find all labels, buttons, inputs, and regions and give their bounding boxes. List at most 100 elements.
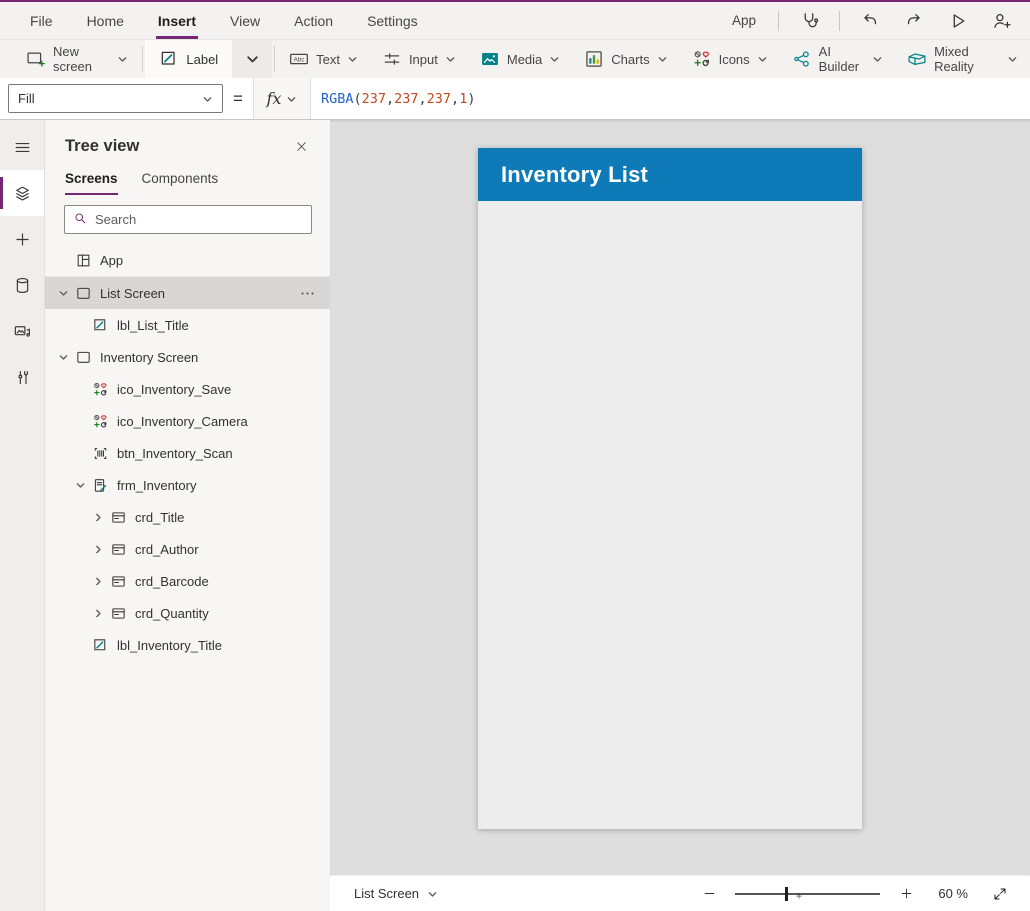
media-image-icon — [480, 49, 500, 69]
tab-components[interactable]: Components — [142, 171, 219, 195]
canvas-work-area: Inventory List List Screen — [330, 120, 1030, 911]
tree-item-crd-barcode[interactable]: crd_Barcode — [45, 565, 330, 597]
zoom-in-button[interactable] — [895, 883, 917, 905]
search-input[interactable] — [95, 212, 303, 227]
formula-token-comma: , — [386, 91, 394, 107]
chevron-down-icon[interactable] — [55, 285, 71, 301]
zoom-slider-handle[interactable] — [785, 887, 788, 901]
fx-dropdown[interactable]: fx — [253, 78, 311, 119]
tree-item-crd-author[interactable]: crd_Author — [45, 533, 330, 565]
app-checker-button[interactable] — [795, 7, 823, 35]
chevron-down-icon — [1007, 54, 1018, 65]
chevron-down-icon[interactable] — [55, 349, 71, 365]
ribbon-text-button[interactable]: AbcText — [277, 40, 370, 78]
ribbon-charts-button[interactable]: Charts — [572, 40, 679, 78]
tree-item-lbl-list-title[interactable]: lbl_List_Title — [45, 309, 330, 341]
rail-advanced-tools-button[interactable] — [0, 354, 44, 400]
ribbon-button-label: Icons — [719, 52, 750, 67]
formula-input[interactable]: RGBA(237,237,237,1) — [311, 91, 1030, 107]
tree-item-list-screen[interactable]: List Screen — [45, 277, 330, 309]
chevron-spacer — [72, 445, 88, 461]
search-box — [64, 205, 312, 234]
zoom-out-button[interactable] — [698, 883, 720, 905]
chevron-down-icon — [202, 93, 213, 104]
zoom-fit-marker-icon — [794, 889, 804, 899]
more-actions-button[interactable] — [299, 277, 316, 309]
preview-app-button[interactable] — [944, 7, 972, 35]
rail-menu-button[interactable] — [0, 124, 44, 170]
chevron-right-icon[interactable] — [90, 573, 106, 589]
tree-item-crd-quantity[interactable]: crd_Quantity — [45, 597, 330, 629]
redo-button[interactable] — [900, 7, 928, 35]
ribbon-label-dropdown[interactable] — [232, 40, 272, 78]
close-panel-button[interactable] — [288, 133, 314, 159]
tab-screens[interactable]: Screens — [65, 171, 118, 195]
expand-canvas-button[interactable] — [988, 882, 1012, 906]
ribbon-ai-builder-button[interactable]: AI Builder — [780, 40, 895, 78]
database-icon — [13, 276, 32, 295]
separator — [142, 46, 143, 72]
chevron-right-icon[interactable] — [90, 605, 106, 621]
menu-action[interactable]: Action — [292, 2, 335, 39]
menu-view[interactable]: View — [228, 2, 262, 39]
phone-canvas[interactable]: Inventory List — [478, 148, 862, 829]
chevron-spacer — [72, 381, 88, 397]
ribbon-mixed-reality-button[interactable]: Mixed Reality — [895, 40, 1030, 78]
ai-builder-icon — [792, 49, 812, 69]
property-selector-value: Fill — [18, 91, 35, 106]
chevron-down-icon[interactable] — [72, 477, 88, 493]
share-app-button[interactable] — [988, 7, 1016, 35]
new-screen-icon — [26, 49, 46, 69]
ribbon-input-button[interactable]: Input — [370, 40, 468, 78]
screen-selector-label: List Screen — [354, 886, 419, 901]
tree-item-ico-inventory-save[interactable]: ico_Inventory_Save — [45, 373, 330, 405]
undo-button[interactable] — [856, 7, 884, 35]
tree-view-header: Tree view — [45, 133, 330, 159]
ribbon-media-button[interactable]: Media — [468, 40, 572, 78]
tree-item-app[interactable]: App — [45, 245, 330, 277]
equals-sign: = — [233, 89, 243, 109]
card-icon — [109, 604, 127, 622]
label-pencil-icon — [91, 316, 109, 334]
tools-icon — [13, 368, 32, 387]
ribbon-button-label: Mixed Reality — [934, 44, 1000, 74]
screen-selector-dropdown[interactable]: List Screen — [346, 886, 438, 901]
ribbon-new-screen-button[interactable]: New screen — [14, 40, 140, 78]
rail-media-button[interactable] — [0, 308, 44, 354]
hamburger-icon — [13, 138, 32, 157]
screen-icon — [74, 284, 92, 302]
rail-tree-view-button[interactable] — [0, 170, 44, 216]
ribbon-label-button[interactable]: Label — [145, 40, 232, 78]
menu-file[interactable]: File — [28, 2, 55, 39]
zoom-slider[interactable] — [735, 886, 880, 902]
tree-item-frm-inventory[interactable]: frm_Inventory — [45, 469, 330, 501]
tree-view-tabs: Screens Components — [45, 159, 330, 195]
rail-data-button[interactable] — [0, 262, 44, 308]
ribbon-icons-button[interactable]: Icons — [680, 40, 780, 78]
rail-insert-button[interactable] — [0, 216, 44, 262]
fx-label: fx — [266, 89, 281, 108]
chevron-right-icon[interactable] — [90, 509, 106, 525]
tree-item-btn-inventory-scan[interactable]: btn_Inventory_Scan — [45, 437, 330, 469]
property-selector[interactable]: Fill — [8, 84, 223, 113]
menu-items: File Home Insert View Action Settings — [28, 2, 450, 39]
tree-item-lbl-inventory-title[interactable]: lbl_Inventory_Title — [45, 629, 330, 661]
menu-settings[interactable]: Settings — [365, 2, 420, 39]
barcode-icon — [91, 444, 109, 462]
stethoscope-icon — [799, 11, 819, 31]
screen-title-bar[interactable]: Inventory List — [478, 148, 862, 201]
mixed-reality-icon — [907, 49, 927, 69]
chevron-right-icon[interactable] — [90, 541, 106, 557]
app-menu-label[interactable]: App — [726, 13, 762, 28]
icons-grid-icon — [692, 49, 712, 69]
person-add-icon — [992, 11, 1012, 31]
tree-item-ico-inventory-camera[interactable]: ico_Inventory_Camera — [45, 405, 330, 437]
tree-item-crd-title[interactable]: crd_Title — [45, 501, 330, 533]
formula-token-paren: ( — [353, 91, 361, 107]
menu-home[interactable]: Home — [85, 2, 126, 39]
chevron-spacer — [72, 317, 88, 333]
tree-item-inventory-screen[interactable]: Inventory Screen — [45, 341, 330, 373]
status-bar: List Screen 60 % — [330, 875, 1030, 911]
chevron-down-icon — [757, 54, 768, 65]
menu-insert[interactable]: Insert — [156, 2, 198, 39]
